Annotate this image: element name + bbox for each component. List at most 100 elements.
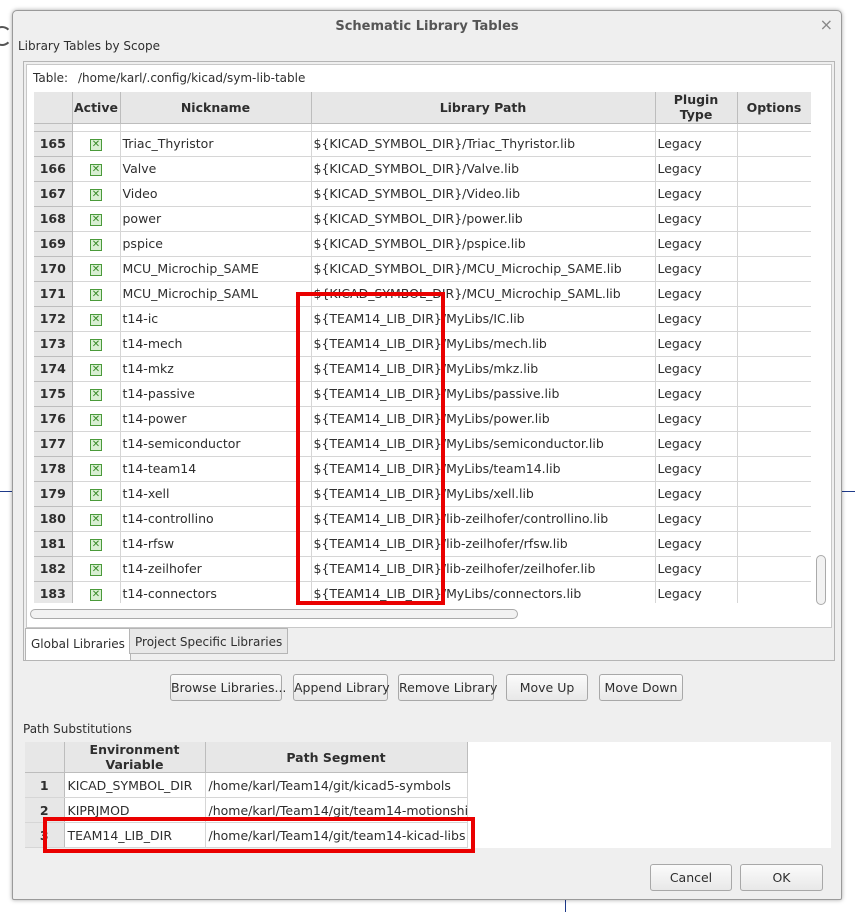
nickname-cell[interactable]: t14-connectors [120,581,312,603]
plugin-cell[interactable]: Legacy [655,331,738,357]
table-row[interactable]: 166 ✕ Valve ${KICAD_SYMBOL_DIR}/Valve.li… [34,156,811,182]
options-cell[interactable] [737,531,811,557]
nickname-cell[interactable]: MCU_Microchip_SAML [120,281,312,307]
plugin-cell[interactable]: Legacy [655,256,738,282]
row-number[interactable]: 167 [34,181,73,207]
options-cell[interactable] [737,456,811,482]
active-cell[interactable]: ✕ [72,181,121,207]
column-header-path-segment[interactable]: Path Segment [205,742,468,773]
plugin-cell[interactable]: Legacy [655,531,738,557]
plugin-cell[interactable]: Legacy [655,281,738,307]
table-row[interactable]: 2 KIPRJMOD /home/karl/Team14/git/team14-… [25,797,468,823]
row-number[interactable]: 174 [34,356,73,382]
row-number[interactable]: 177 [34,431,73,457]
table-row[interactable]: 169 ✕ pspice ${KICAD_SYMBOL_DIR}/pspice.… [34,231,811,257]
table-row[interactable]: 179 ✕ t14-xell ${TEAM14_LIB_DIR}/MyLibs/… [34,481,811,507]
options-cell[interactable] [737,156,811,182]
row-number[interactable]: 182 [34,556,73,582]
table-row[interactable]: 171 ✕ MCU_Microchip_SAML ${KICAD_SYMBOL_… [34,281,811,307]
plugin-cell[interactable]: Legacy [655,156,738,182]
column-header-nickname[interactable]: Nickname [120,92,312,124]
path-cell[interactable]: ${KICAD_SYMBOL_DIR}/Triac_Thyristor.lib [311,131,656,157]
cancel-button[interactable]: Cancel [650,864,732,891]
row-number[interactable]: 178 [34,456,73,482]
path-cell[interactable]: ${TEAM14_LIB_DIR}/MyLibs/connectors.lib [311,581,656,603]
path-cell[interactable]: ${TEAM14_LIB_DIR}/lib-zeilhofer/zeilhofe… [311,556,656,582]
path-segment-cell[interactable]: /home/karl/Team14/git/kicad5-symbols [205,772,468,798]
row-number[interactable]: 181 [34,531,73,557]
options-cell[interactable] [737,306,811,332]
column-header-environment-variable[interactable]: Environment Variable [64,742,206,773]
env-var-cell[interactable]: KIPRJMOD [64,797,206,823]
row-number[interactable]: 171 [34,281,73,307]
row-number[interactable]: 179 [34,481,73,507]
plugin-cell[interactable]: Legacy [655,181,738,207]
column-header-options[interactable]: Options [737,92,811,124]
table-row[interactable]: 168 ✕ power ${KICAD_SYMBOL_DIR}/power.li… [34,206,811,232]
plugin-cell[interactable]: Legacy [655,481,738,507]
table-row[interactable]: 181 ✕ t14-rfsw ${TEAM14_LIB_DIR}/lib-zei… [34,531,811,557]
table-row[interactable]: 180 ✕ t14-controllino ${TEAM14_LIB_DIR}/… [34,506,811,532]
active-checkbox[interactable]: ✕ [90,263,102,276]
nickname-cell[interactable]: t14-team14 [120,456,312,482]
row-number[interactable]: 172 [34,306,73,332]
active-cell[interactable]: ✕ [72,406,121,432]
options-cell[interactable] [737,331,811,357]
nickname-cell[interactable]: pspice [120,231,312,257]
path-segment-cell[interactable]: /home/karl/Team14/git/team14-kicad-libs [205,822,468,848]
options-cell[interactable] [737,206,811,232]
row-number[interactable]: 166 [34,156,73,182]
options-cell[interactable] [737,231,811,257]
row-number[interactable]: 173 [34,331,73,357]
active-cell[interactable]: ✕ [72,381,121,407]
column-header-library-path[interactable]: Library Path [311,92,656,124]
nickname-cell[interactable]: Video [120,181,312,207]
active-checkbox[interactable]: ✕ [90,413,102,426]
options-cell[interactable] [737,581,811,603]
horizontal-scrollbar-thumb[interactable] [30,609,518,619]
nickname-cell[interactable]: t14-ic [120,306,312,332]
table-row[interactable]: 3 TEAM14_LIB_DIR /home/karl/Team14/git/t… [25,822,468,848]
table-row[interactable]: 1 KICAD_SYMBOL_DIR /home/karl/Team14/git… [25,772,468,798]
plugin-cell[interactable]: Legacy [655,306,738,332]
active-cell[interactable]: ✕ [72,531,121,557]
active-checkbox[interactable]: ✕ [90,138,102,151]
nickname-cell[interactable]: t14-mkz [120,356,312,382]
row-number[interactable]: 3 [25,822,65,848]
path-cell[interactable]: ${KICAD_SYMBOL_DIR}/MCU_Microchip_SAML.l… [311,281,656,307]
path-cell[interactable]: ${KICAD_SYMBOL_DIR}/pspice.lib [311,231,656,257]
column-header-active[interactable]: Active [72,92,121,124]
active-cell[interactable]: ✕ [72,456,121,482]
plugin-cell[interactable]: Legacy [655,206,738,232]
options-cell[interactable] [737,506,811,532]
env-var-cell[interactable]: TEAM14_LIB_DIR [64,822,206,848]
active-checkbox[interactable]: ✕ [90,238,102,251]
options-cell[interactable] [737,381,811,407]
options-cell[interactable] [737,556,811,582]
table-row[interactable]: 167 ✕ Video ${KICAD_SYMBOL_DIR}/Video.li… [34,181,811,207]
table-row[interactable]: 182 ✕ t14-zeilhofer ${TEAM14_LIB_DIR}/li… [34,556,811,582]
nickname-cell[interactable] [120,123,312,132]
row-number[interactable]: 168 [34,206,73,232]
append-library-button[interactable]: Append Library [293,674,390,701]
active-cell[interactable]: ✕ [72,556,121,582]
table-row[interactable]: 173 ✕ t14-mech ${TEAM14_LIB_DIR}/MyLibs/… [34,331,811,357]
active-checkbox[interactable]: ✕ [90,513,102,526]
plugin-cell[interactable]: Legacy [655,381,738,407]
table-row[interactable]: 174 ✕ t14-mkz ${TEAM14_LIB_DIR}/MyLibs/m… [34,356,811,382]
table-row[interactable]: 176 ✕ t14-power ${TEAM14_LIB_DIR}/MyLibs… [34,406,811,432]
table-row[interactable]: 177 ✕ t14-semiconductor ${TEAM14_LIB_DIR… [34,431,811,457]
path-cell[interactable]: ${KICAD_SYMBOL_DIR}/MCU_Microchip_SAME.l… [311,256,656,282]
active-cell[interactable]: ✕ [72,581,121,603]
nickname-cell[interactable]: Triac_Thyristor [120,131,312,157]
plugin-cell[interactable]: Legacy [655,456,738,482]
active-checkbox[interactable]: ✕ [90,538,102,551]
path-cell[interactable]: ${TEAM14_LIB_DIR}/MyLibs/mkz.lib [311,356,656,382]
row-number[interactable]: 180 [34,506,73,532]
table-row[interactable]: 170 ✕ MCU_Microchip_SAME ${KICAD_SYMBOL_… [34,256,811,282]
options-cell[interactable] [737,481,811,507]
active-cell[interactable]: ✕ [72,256,121,282]
path-cell[interactable] [311,123,656,132]
active-cell[interactable]: ✕ [72,281,121,307]
active-cell[interactable]: ✕ [72,306,121,332]
